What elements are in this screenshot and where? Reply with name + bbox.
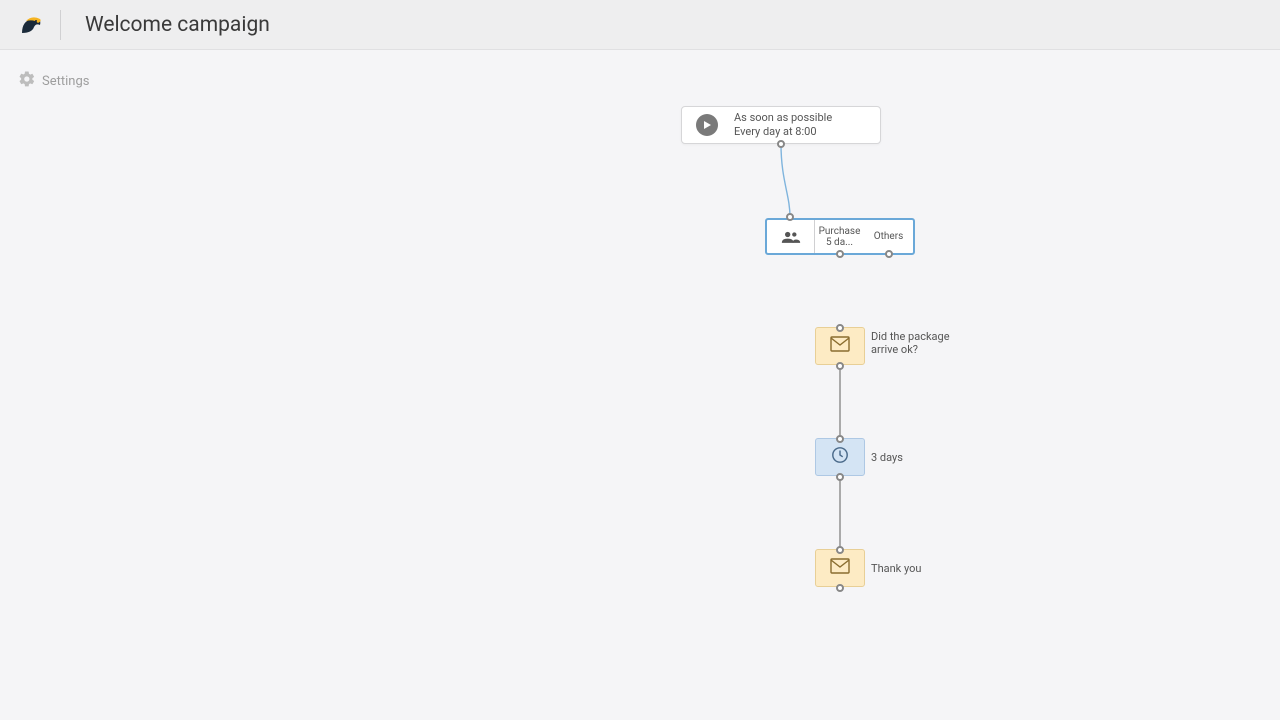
play-icon xyxy=(696,114,718,136)
port[interactable] xyxy=(836,546,844,554)
email-node-1[interactable] xyxy=(815,327,865,365)
people-icon xyxy=(767,220,815,253)
wait-node-label: 3 days xyxy=(871,451,903,464)
mail-icon xyxy=(830,558,850,578)
port[interactable] xyxy=(836,584,844,592)
port[interactable] xyxy=(836,324,844,332)
app-header: Welcome campaign xyxy=(0,0,1280,50)
settings-label: Settings xyxy=(42,74,89,89)
split-segment-purchase[interactable]: Purchase 5 da... xyxy=(815,220,864,253)
wait-node[interactable] xyxy=(815,438,865,476)
clock-icon xyxy=(831,446,849,468)
split-seg2-label: Others xyxy=(874,231,904,242)
mail-icon xyxy=(830,336,850,356)
port[interactable] xyxy=(836,362,844,370)
port[interactable] xyxy=(777,140,785,148)
header-divider xyxy=(60,10,61,40)
split-seg1-line2: 5 da... xyxy=(826,237,853,248)
settings-button[interactable]: Settings xyxy=(18,70,89,92)
trigger-text: As soon as possible Every day at 8:00 xyxy=(734,111,832,139)
email-node-2-label: Thank you xyxy=(871,562,921,575)
port[interactable] xyxy=(836,250,844,258)
split-segment-others[interactable]: Others xyxy=(864,220,913,253)
port[interactable] xyxy=(836,435,844,443)
trigger-line2: Every day at 8:00 xyxy=(734,125,832,139)
trigger-line1: As soon as possible xyxy=(734,111,832,125)
port[interactable] xyxy=(786,213,794,221)
page-title: Welcome campaign xyxy=(85,13,270,37)
app-logo xyxy=(16,11,44,39)
port[interactable] xyxy=(836,473,844,481)
email-node-2[interactable] xyxy=(815,549,865,587)
trigger-node[interactable]: As soon as possible Every day at 8:00 xyxy=(681,106,881,144)
flow-canvas[interactable]: As soon as possible Every day at 8:00 Pu… xyxy=(0,0,1280,720)
split-seg1-line1: Purchase xyxy=(819,226,861,237)
email-node-1-label: Did the package arrive ok? xyxy=(871,330,951,356)
port[interactable] xyxy=(885,250,893,258)
gear-icon xyxy=(18,70,42,92)
